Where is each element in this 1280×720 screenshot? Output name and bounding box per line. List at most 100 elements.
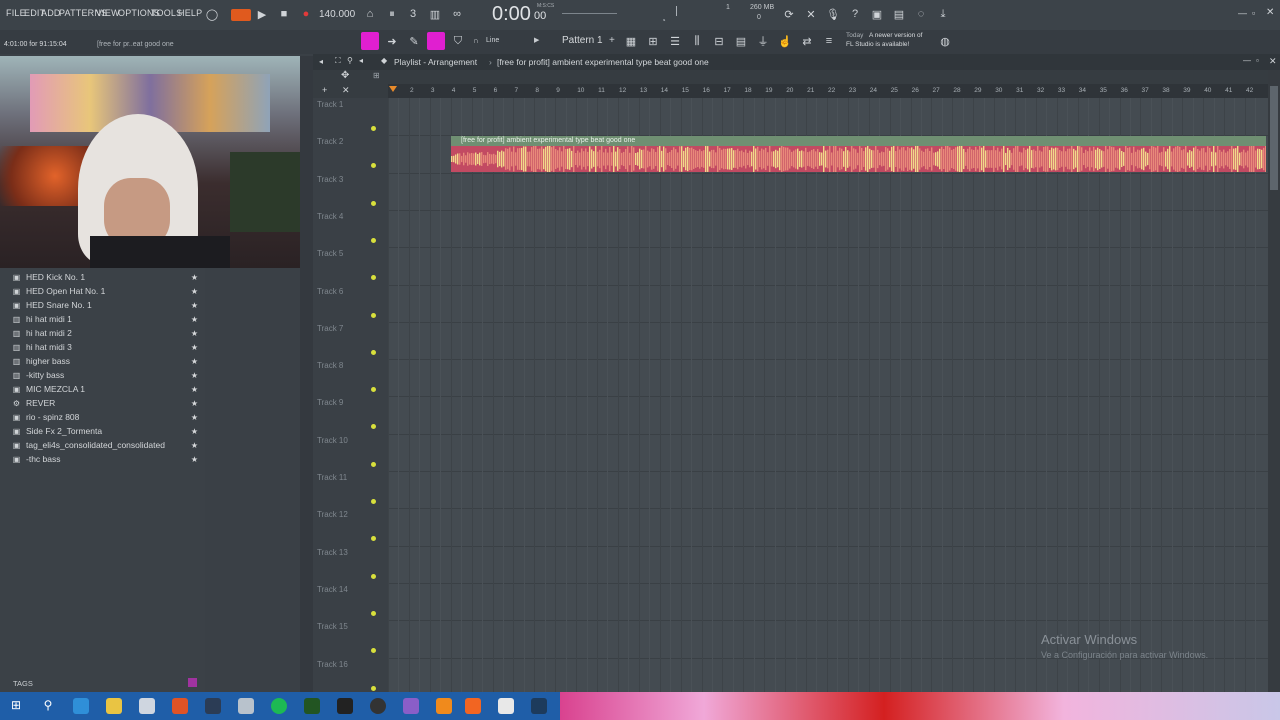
track-label[interactable]: Track 11	[317, 473, 347, 482]
track-label[interactable]: Track 7	[317, 324, 343, 333]
wait-input-icon[interactable]: ⏸	[384, 6, 400, 22]
close-icon[interactable]: ✕	[1266, 7, 1274, 18]
mixer-faders-icon[interactable]: ⫼	[689, 33, 705, 49]
link-icon[interactable]: ⇄	[799, 33, 815, 49]
restore-icon[interactable]: ▫	[1252, 8, 1255, 18]
obs-icon[interactable]	[370, 698, 386, 714]
track-mute-led[interactable]	[371, 685, 376, 691]
capcut-icon[interactable]	[498, 698, 514, 714]
favorite-star-icon[interactable]: ★	[191, 385, 198, 394]
track-label[interactable]: Track 5	[317, 249, 343, 258]
track-mute-led[interactable]	[371, 126, 376, 131]
browser-item[interactable]: ▥ hi hat midi 3 ★	[12, 340, 200, 354]
playlist-fit-icon[interactable]: ⛶	[335, 56, 341, 66]
tags-toggle[interactable]	[188, 678, 197, 687]
panel-splitter[interactable]	[300, 56, 313, 692]
scrollbar-thumb[interactable]	[1270, 86, 1278, 190]
timeline-ruler[interactable]: 2 3 4 5 6 7 8 9 10 11 12 13 14 15 16 17 18 19 20 21 22 23 24 25…	[388, 84, 1268, 98]
track-mute-led[interactable]	[371, 573, 376, 579]
track-label[interactable]: Track 3	[317, 175, 343, 184]
track-mute-led[interactable]	[371, 387, 376, 393]
notes-icon[interactable]: ≡	[821, 33, 837, 49]
browser-item[interactable]: ▥ -kitty bass ★	[12, 368, 200, 382]
track-mute-led[interactable]	[371, 461, 376, 467]
pattern-song-toggle[interactable]	[231, 9, 251, 21]
chat-icon[interactable]: ◌	[913, 6, 929, 22]
playlist-minimize-icon[interactable]: —	[1243, 56, 1251, 65]
tempo-display[interactable]: 140.000	[319, 9, 355, 20]
track-mute-led[interactable]	[371, 536, 376, 542]
photoshop-icon[interactable]	[531, 698, 547, 714]
track-label[interactable]: Track 6	[317, 287, 343, 296]
download-icon[interactable]: ⤓	[935, 6, 951, 22]
browser-tree-icon[interactable]: ⊟	[711, 33, 727, 49]
file-explorer-icon[interactable]	[106, 698, 122, 714]
playlist-grid[interactable]	[388, 98, 1268, 692]
favorite-star-icon[interactable]: ★	[191, 301, 198, 310]
news-line-1[interactable]: A newer version of	[869, 32, 922, 39]
news-line-2[interactable]: FL Studio is available!	[846, 41, 909, 48]
tags-label[interactable]: TAGS	[13, 679, 33, 688]
browser-item[interactable]: ▣ MIC MEZCLA 1 ★	[12, 382, 200, 396]
search-icon[interactable]: ⚲	[40, 698, 56, 714]
menu-view[interactable]: VIEW	[96, 8, 120, 18]
favorite-star-icon[interactable]: ★	[191, 413, 198, 422]
save-icon[interactable]: ▣	[869, 6, 885, 22]
track-label[interactable]: Track 9	[317, 398, 343, 407]
favorite-star-icon[interactable]: ★	[191, 287, 198, 296]
browser-item[interactable]: ▣ tag_eli4s_consolidated_consolidated ★	[12, 438, 200, 452]
playlist-zoom-icon[interactable]: ⚲	[347, 56, 353, 65]
playlist-speaker-icon[interactable]: ◂	[359, 56, 363, 65]
grid-icon[interactable]: ⊞	[373, 71, 380, 80]
browser-item[interactable]: ▣ HED Open Hat No. 1 ★	[12, 284, 200, 298]
favorite-star-icon[interactable]: ★	[191, 329, 198, 338]
browser-item[interactable]: ▣ rio - spinz 808 ★	[12, 410, 200, 424]
store-icon[interactable]	[139, 698, 155, 714]
browser-item[interactable]: ⚙ REVER ★	[12, 396, 200, 410]
globe-icon[interactable]: ◍	[937, 33, 953, 49]
favorite-star-icon[interactable]: ★	[191, 343, 198, 352]
track-label[interactable]: Track 2	[317, 137, 343, 146]
aimp-icon[interactable]	[436, 698, 452, 714]
browser-item[interactable]: ▥ higher bass ★	[12, 354, 200, 368]
track-mute-led[interactable]	[371, 312, 376, 318]
record-icon[interactable]: ●	[298, 6, 314, 22]
track-mute-led[interactable]	[371, 200, 376, 206]
steam-icon[interactable]	[205, 698, 221, 714]
playlist-diamond-icon[interactable]: ◆	[381, 56, 387, 65]
epic-games-icon[interactable]	[337, 698, 353, 714]
playlist-close-icon[interactable]: ✕	[1269, 56, 1277, 67]
audio-clip-header[interactable]: [free for profit] ambient experimental t…	[451, 136, 1266, 146]
track-mute-led[interactable]	[371, 349, 376, 355]
microphone-icon[interactable]: 🎙	[825, 6, 841, 22]
spotify-icon[interactable]	[271, 698, 287, 714]
favorite-star-icon[interactable]: ★	[191, 441, 198, 450]
favorite-star-icon[interactable]: ★	[191, 357, 198, 366]
play-small-icon[interactable]: ▶	[534, 36, 539, 44]
playlist-menu-arrow-icon[interactable]: ◂	[319, 57, 323, 66]
plug-icon[interactable]: ⏚	[755, 33, 771, 49]
add-track-icon[interactable]: +	[322, 85, 327, 95]
help-icon[interactable]: ?	[847, 6, 863, 22]
playlist-maximize-icon[interactable]: ▫	[1256, 56, 1259, 65]
track-label[interactable]: Track 14	[317, 585, 348, 594]
track-label[interactable]: Track 16	[317, 660, 348, 669]
track-mute-led[interactable]	[371, 275, 376, 281]
track-label[interactable]: Track 1	[317, 100, 343, 109]
audio-clip-waveform[interactable]	[451, 146, 1266, 172]
favorite-star-icon[interactable]: ★	[191, 371, 198, 380]
favorite-star-icon[interactable]: ★	[191, 399, 198, 408]
mixer-icon[interactable]: ▤	[891, 6, 907, 22]
tools-icon[interactable]: ✕	[803, 6, 819, 22]
favorite-star-icon[interactable]: ★	[191, 455, 198, 464]
vertical-scrollbar[interactable]	[1268, 70, 1280, 692]
discord-icon[interactable]	[403, 698, 419, 714]
track-label[interactable]: Track 8	[317, 361, 343, 370]
start-icon[interactable]: ⊞	[8, 698, 24, 714]
minimize-icon[interactable]: —	[1238, 8, 1247, 18]
add-pattern-icon[interactable]: +	[609, 35, 615, 46]
browser-item[interactable]: ▣ -thc bass ★	[12, 452, 200, 466]
audio-clip[interactable]: [free for profit] ambient experimental t…	[451, 136, 1266, 172]
channel-rack-icon[interactable]: ⊞	[645, 33, 661, 49]
track-mute-led[interactable]	[371, 610, 376, 616]
